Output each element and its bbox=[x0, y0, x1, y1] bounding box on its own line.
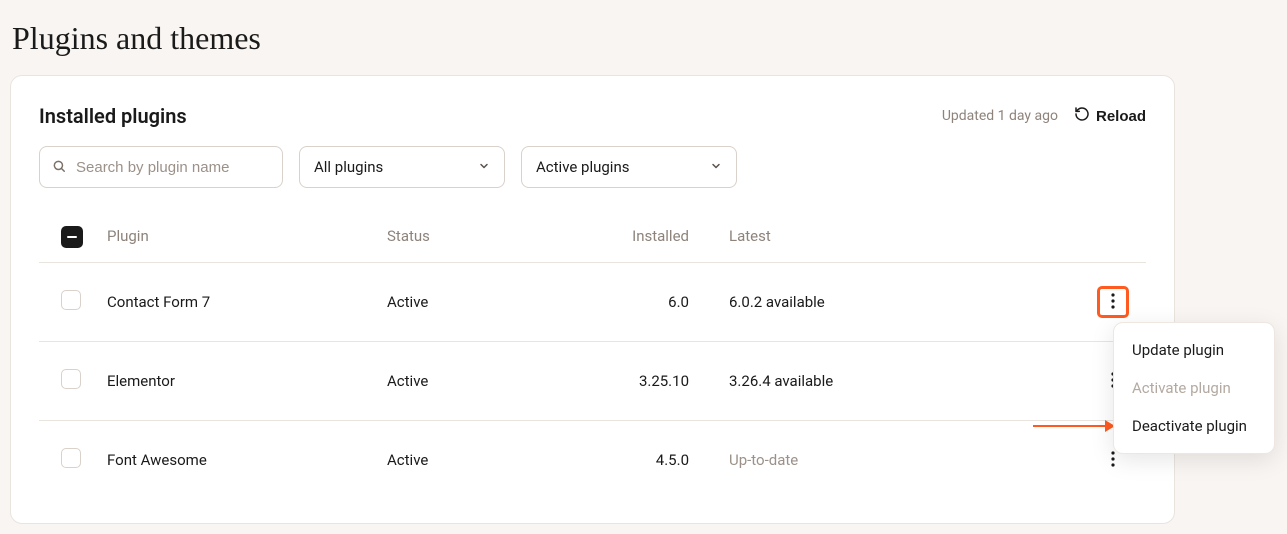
select-all-checkbox[interactable] bbox=[61, 226, 83, 248]
updated-timestamp: Updated 1 day ago bbox=[942, 108, 1058, 124]
table-row: Contact Form 7Active6.06.0.2 available bbox=[39, 263, 1146, 342]
row-checkbox[interactable] bbox=[61, 290, 81, 310]
card-header: Installed plugins Updated 1 day ago Relo… bbox=[39, 104, 1146, 128]
reload-icon bbox=[1074, 106, 1090, 126]
dropdown-item: Activate plugin bbox=[1114, 369, 1274, 407]
plugin-name: Elementor bbox=[99, 342, 379, 421]
dropdown-item[interactable]: Deactivate plugin bbox=[1114, 407, 1274, 445]
scope-select[interactable]: All plugins bbox=[299, 146, 505, 188]
table-row: ElementorActive3.25.103.26.4 available bbox=[39, 342, 1146, 421]
filters-row: All plugins Active plugins bbox=[39, 146, 1146, 188]
state-select-value: Active plugins bbox=[536, 158, 629, 176]
plugin-installed-version: 6.0 bbox=[619, 263, 699, 342]
column-header-plugin[interactable]: Plugin bbox=[99, 210, 379, 263]
plugin-status: Active bbox=[379, 263, 619, 342]
installed-plugins-card: Installed plugins Updated 1 day ago Relo… bbox=[10, 75, 1175, 524]
row-actions-button[interactable] bbox=[1100, 289, 1126, 315]
page-title: Plugins and themes bbox=[10, 10, 1277, 75]
row-checkbox[interactable] bbox=[61, 369, 81, 389]
plugin-installed-version: 4.5.0 bbox=[619, 421, 699, 500]
chevron-down-icon bbox=[478, 158, 490, 176]
row-actions-dropdown: Update pluginActivate pluginDeactivate p… bbox=[1113, 322, 1275, 454]
card-title: Installed plugins bbox=[39, 104, 187, 128]
plugin-status: Active bbox=[379, 421, 619, 500]
plugin-latest-version: Up-to-date bbox=[699, 421, 959, 500]
chevron-down-icon bbox=[710, 158, 722, 176]
minus-icon bbox=[67, 236, 77, 238]
plugins-table: Plugin Status Installed Latest Contact F… bbox=[39, 210, 1146, 499]
plugin-installed-version: 3.25.10 bbox=[619, 342, 699, 421]
card-header-right: Updated 1 day ago Reload bbox=[942, 106, 1146, 126]
dropdown-item[interactable]: Update plugin bbox=[1114, 331, 1274, 369]
plugin-name: Font Awesome bbox=[99, 421, 379, 500]
reload-button[interactable]: Reload bbox=[1074, 106, 1146, 126]
column-header-status[interactable]: Status bbox=[379, 210, 619, 263]
more-vertical-icon bbox=[1111, 293, 1115, 312]
plugin-latest-version: 3.26.4 available bbox=[699, 342, 959, 421]
more-vertical-icon bbox=[1111, 451, 1115, 470]
table-row: Font AwesomeActive4.5.0Up-to-date bbox=[39, 421, 1146, 500]
plugin-status: Active bbox=[379, 342, 619, 421]
plugin-latest-version: 6.0.2 available bbox=[699, 263, 959, 342]
plugin-name: Contact Form 7 bbox=[99, 263, 379, 342]
scope-select-value: All plugins bbox=[314, 158, 383, 176]
search-icon bbox=[52, 158, 66, 177]
state-select[interactable]: Active plugins bbox=[521, 146, 737, 188]
column-header-latest[interactable]: Latest bbox=[699, 210, 959, 263]
column-header-installed[interactable]: Installed bbox=[619, 210, 699, 263]
search-input-wrap[interactable] bbox=[39, 146, 283, 188]
row-checkbox[interactable] bbox=[61, 448, 81, 468]
search-input[interactable] bbox=[76, 159, 270, 176]
reload-button-label: Reload bbox=[1096, 108, 1146, 125]
